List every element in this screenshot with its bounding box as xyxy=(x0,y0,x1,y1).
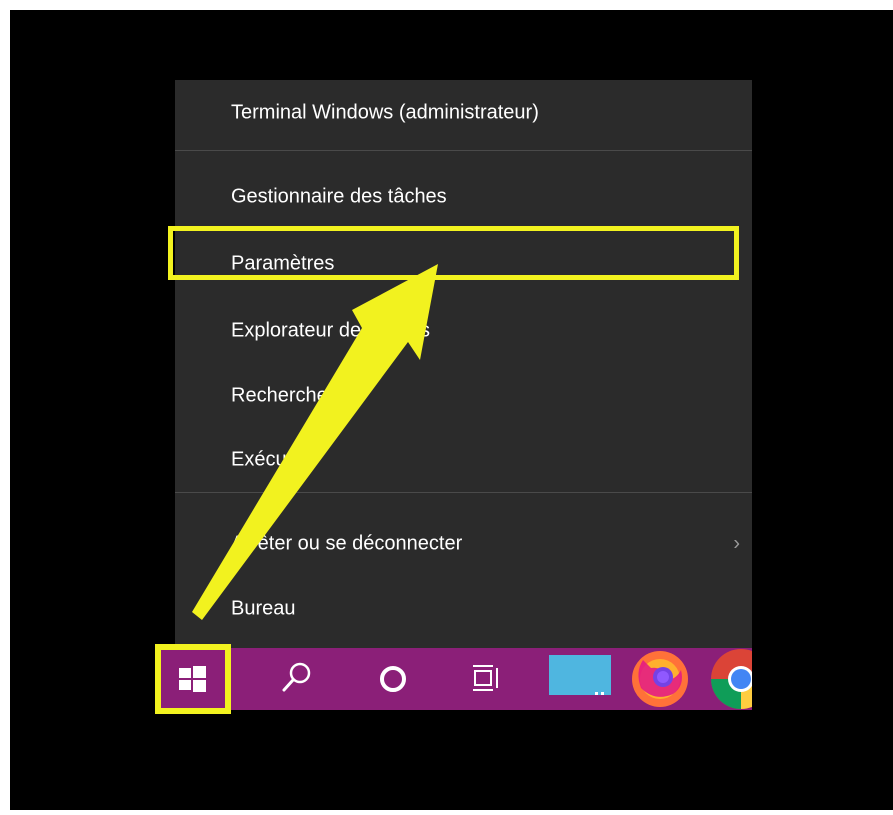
screenshot-frame: Terminal Windows (administrateur) Gestio… xyxy=(10,10,893,810)
annotation-arrow-icon xyxy=(192,264,438,620)
